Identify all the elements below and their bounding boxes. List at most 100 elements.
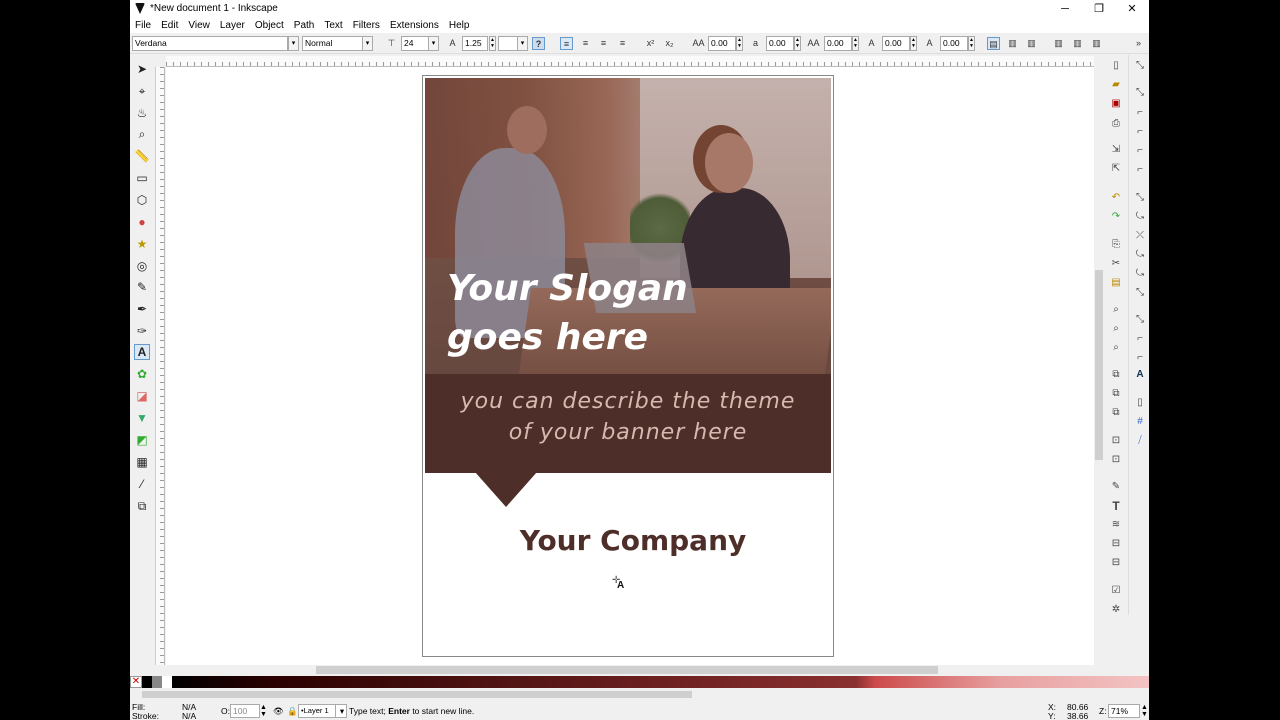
white-swatch[interactable] (162, 676, 172, 688)
description-text[interactable]: you can describe the theme of your banne… (425, 386, 831, 448)
gradient-tool-icon[interactable]: ◩ (134, 432, 150, 448)
font-family-input[interactable]: Verdana (132, 36, 288, 51)
copy-icon[interactable]: ⎘ (1109, 238, 1123, 252)
snap-text-anchor-icon[interactable]: A (1133, 368, 1147, 382)
measure-tool-icon[interactable]: 📏 (134, 148, 150, 164)
menu-file[interactable]: File (130, 20, 156, 31)
text-orientation-sideways-icon[interactable]: ▥ (1090, 37, 1103, 50)
snap-smooth-nodes-icon[interactable]: ⤿ (1133, 267, 1147, 281)
zoom-drawing-icon[interactable]: ⌕ (1109, 322, 1123, 336)
align-distribute-icon[interactable]: ⊟ (1109, 556, 1123, 570)
export-icon[interactable]: ⇱ (1109, 162, 1123, 176)
paste-icon[interactable]: ▤ (1109, 276, 1123, 290)
restore-button[interactable]: ❐ (1082, 0, 1116, 17)
text-font-icon[interactable]: T (1109, 499, 1123, 513)
menu-layer[interactable]: Layer (215, 20, 250, 31)
palette-scroll-thumb[interactable] (142, 691, 692, 698)
snap-object-centers-icon[interactable]: ⤡ (1133, 313, 1147, 327)
horizontal-text-icon[interactable]: ▤ (987, 37, 1000, 50)
company-name-text[interactable]: Your Company (425, 524, 841, 557)
redo-icon[interactable]: ↷ (1109, 210, 1123, 224)
menu-edit[interactable]: Edit (156, 20, 183, 31)
snap-rotation-centers-icon[interactable]: ⌐ (1133, 332, 1147, 346)
help-icon[interactable]: ? (532, 37, 545, 50)
rotation-input[interactable]: 0.00 (940, 36, 968, 51)
fill-stroke-icon[interactable]: ✎ (1109, 480, 1123, 494)
ungroup-icon[interactable]: ⊡ (1109, 453, 1123, 467)
align-left-icon[interactable]: ≡ (560, 37, 573, 50)
align-right-icon[interactable]: ≡ (597, 37, 610, 50)
gray-swatch[interactable] (152, 676, 162, 688)
vertical-text-lr-icon[interactable]: ▥ (1025, 37, 1038, 50)
rectangle-tool-icon[interactable]: ▭ (134, 170, 150, 186)
text-orientation-auto-icon[interactable]: ▥ (1052, 37, 1065, 50)
calligraphy-tool-icon[interactable]: ✑ (134, 323, 150, 339)
node-tool-icon[interactable]: ⌖ (134, 83, 150, 99)
save-icon[interactable]: ▣ (1109, 97, 1123, 111)
snap-page-border-icon[interactable]: ▯ (1133, 396, 1147, 410)
unlink-clone-icon[interactable]: ⧉ (1109, 406, 1123, 420)
vertical-text-rl-icon[interactable]: ▥ (1006, 37, 1019, 50)
band-pointer-triangle[interactable] (475, 472, 537, 507)
no-paint-swatch[interactable]: ✕ (130, 676, 142, 688)
spray-tool-icon[interactable]: ✿ (134, 366, 150, 382)
slogan-text[interactable]: Your Slogan goes here (447, 264, 688, 362)
superscript-icon[interactable]: x² (644, 37, 657, 50)
line-spacing-input[interactable]: 1.25 (462, 36, 488, 51)
menu-object[interactable]: Object (250, 20, 289, 31)
snap-paths-icon[interactable]: ⤿ (1133, 210, 1147, 224)
stroke-value[interactable]: N/A (182, 711, 196, 720)
vertical-ruler[interactable] (155, 67, 165, 665)
preferences-icon[interactable]: ✲ (1109, 603, 1123, 617)
font-style-select[interactable]: Normal (302, 36, 364, 51)
vertical-scroll-thumb[interactable] (1095, 270, 1103, 460)
import-icon[interactable]: ⇲ (1109, 143, 1123, 157)
snap-bbox-centers-icon[interactable]: ⌐ (1133, 163, 1147, 177)
line-spacing-spinner[interactable]: ▲ ▼ (489, 36, 496, 51)
palette-swatches[interactable] (172, 676, 1149, 688)
font-style-dropdown-icon[interactable]: ▾ (362, 36, 373, 51)
text-orientation-upright-icon[interactable]: ▥ (1071, 37, 1084, 50)
menu-path[interactable]: Path (289, 20, 320, 31)
font-size-dropdown-icon[interactable]: ▾ (428, 36, 439, 51)
open-icon[interactable]: ▰ (1109, 78, 1123, 92)
menu-filters[interactable]: Filters (348, 20, 385, 31)
pencil-tool-icon[interactable]: ✎ (134, 279, 150, 295)
connector-tool-icon[interactable]: ⧉ (134, 498, 150, 514)
tweak-tool-icon[interactable]: ♨ (134, 105, 150, 121)
mesh-tool-icon[interactable]: ▦ (134, 454, 150, 470)
banner-photo[interactable]: Your Slogan goes here (425, 78, 831, 374)
eraser-tool-icon[interactable]: ◪ (134, 388, 150, 404)
snap-bbox-icon[interactable]: ⤡ (1133, 86, 1147, 100)
subscript-icon[interactable]: x₂ (663, 37, 676, 50)
horizontal-scroll-thumb[interactable] (316, 666, 938, 674)
snap-bbox-edges-icon[interactable]: ⌐ (1133, 106, 1147, 120)
align-justify-icon[interactable]: ≡ (616, 37, 629, 50)
align-center-icon[interactable]: ≡ (579, 37, 592, 50)
zoom-tool-icon[interactable]: ⌕ (134, 126, 150, 142)
current-layer-select[interactable]: •Layer 1 (298, 704, 336, 718)
toolbar-overflow-icon[interactable]: » (1132, 37, 1145, 50)
kerning-input[interactable]: 0.00 (824, 36, 852, 51)
pen-tool-icon[interactable]: ✒ (134, 301, 150, 317)
vertical-shift-spinner[interactable]: ▲ ▼ (910, 36, 917, 51)
kerning-spinner[interactable]: ▲ ▼ (852, 36, 859, 51)
selector-tool-icon[interactable]: ➤ (134, 61, 150, 77)
layer-lock-icon[interactable]: 🔒 (287, 706, 298, 717)
rotation-spinner[interactable]: ▲ ▼ (968, 36, 975, 51)
description-band[interactable]: you can describe the theme of your banne… (425, 374, 831, 473)
horizontal-ruler[interactable] (166, 56, 1094, 67)
zoom-selection-icon[interactable]: ⌕ (1109, 303, 1123, 317)
clone-icon[interactable]: ⧉ (1109, 387, 1123, 401)
box3d-tool-icon[interactable]: ⬡ (134, 192, 150, 208)
layers-icon[interactable]: ≋ (1109, 518, 1123, 532)
menu-view[interactable]: View (183, 20, 215, 31)
zoom-input[interactable]: 71% (1108, 704, 1140, 718)
snap-nodes-icon[interactable]: ⤡ (1133, 191, 1147, 205)
cut-icon[interactable]: ✂ (1109, 257, 1123, 271)
snap-midpoints-icon[interactable]: ⤡ (1133, 286, 1147, 300)
horizontal-scrollbar[interactable] (166, 665, 1094, 675)
zoom-spinner[interactable]: ▲ ▼ (1141, 704, 1148, 718)
ellipse-tool-icon[interactable]: ● (134, 214, 150, 230)
font-size-input[interactable]: 24 (401, 36, 429, 51)
